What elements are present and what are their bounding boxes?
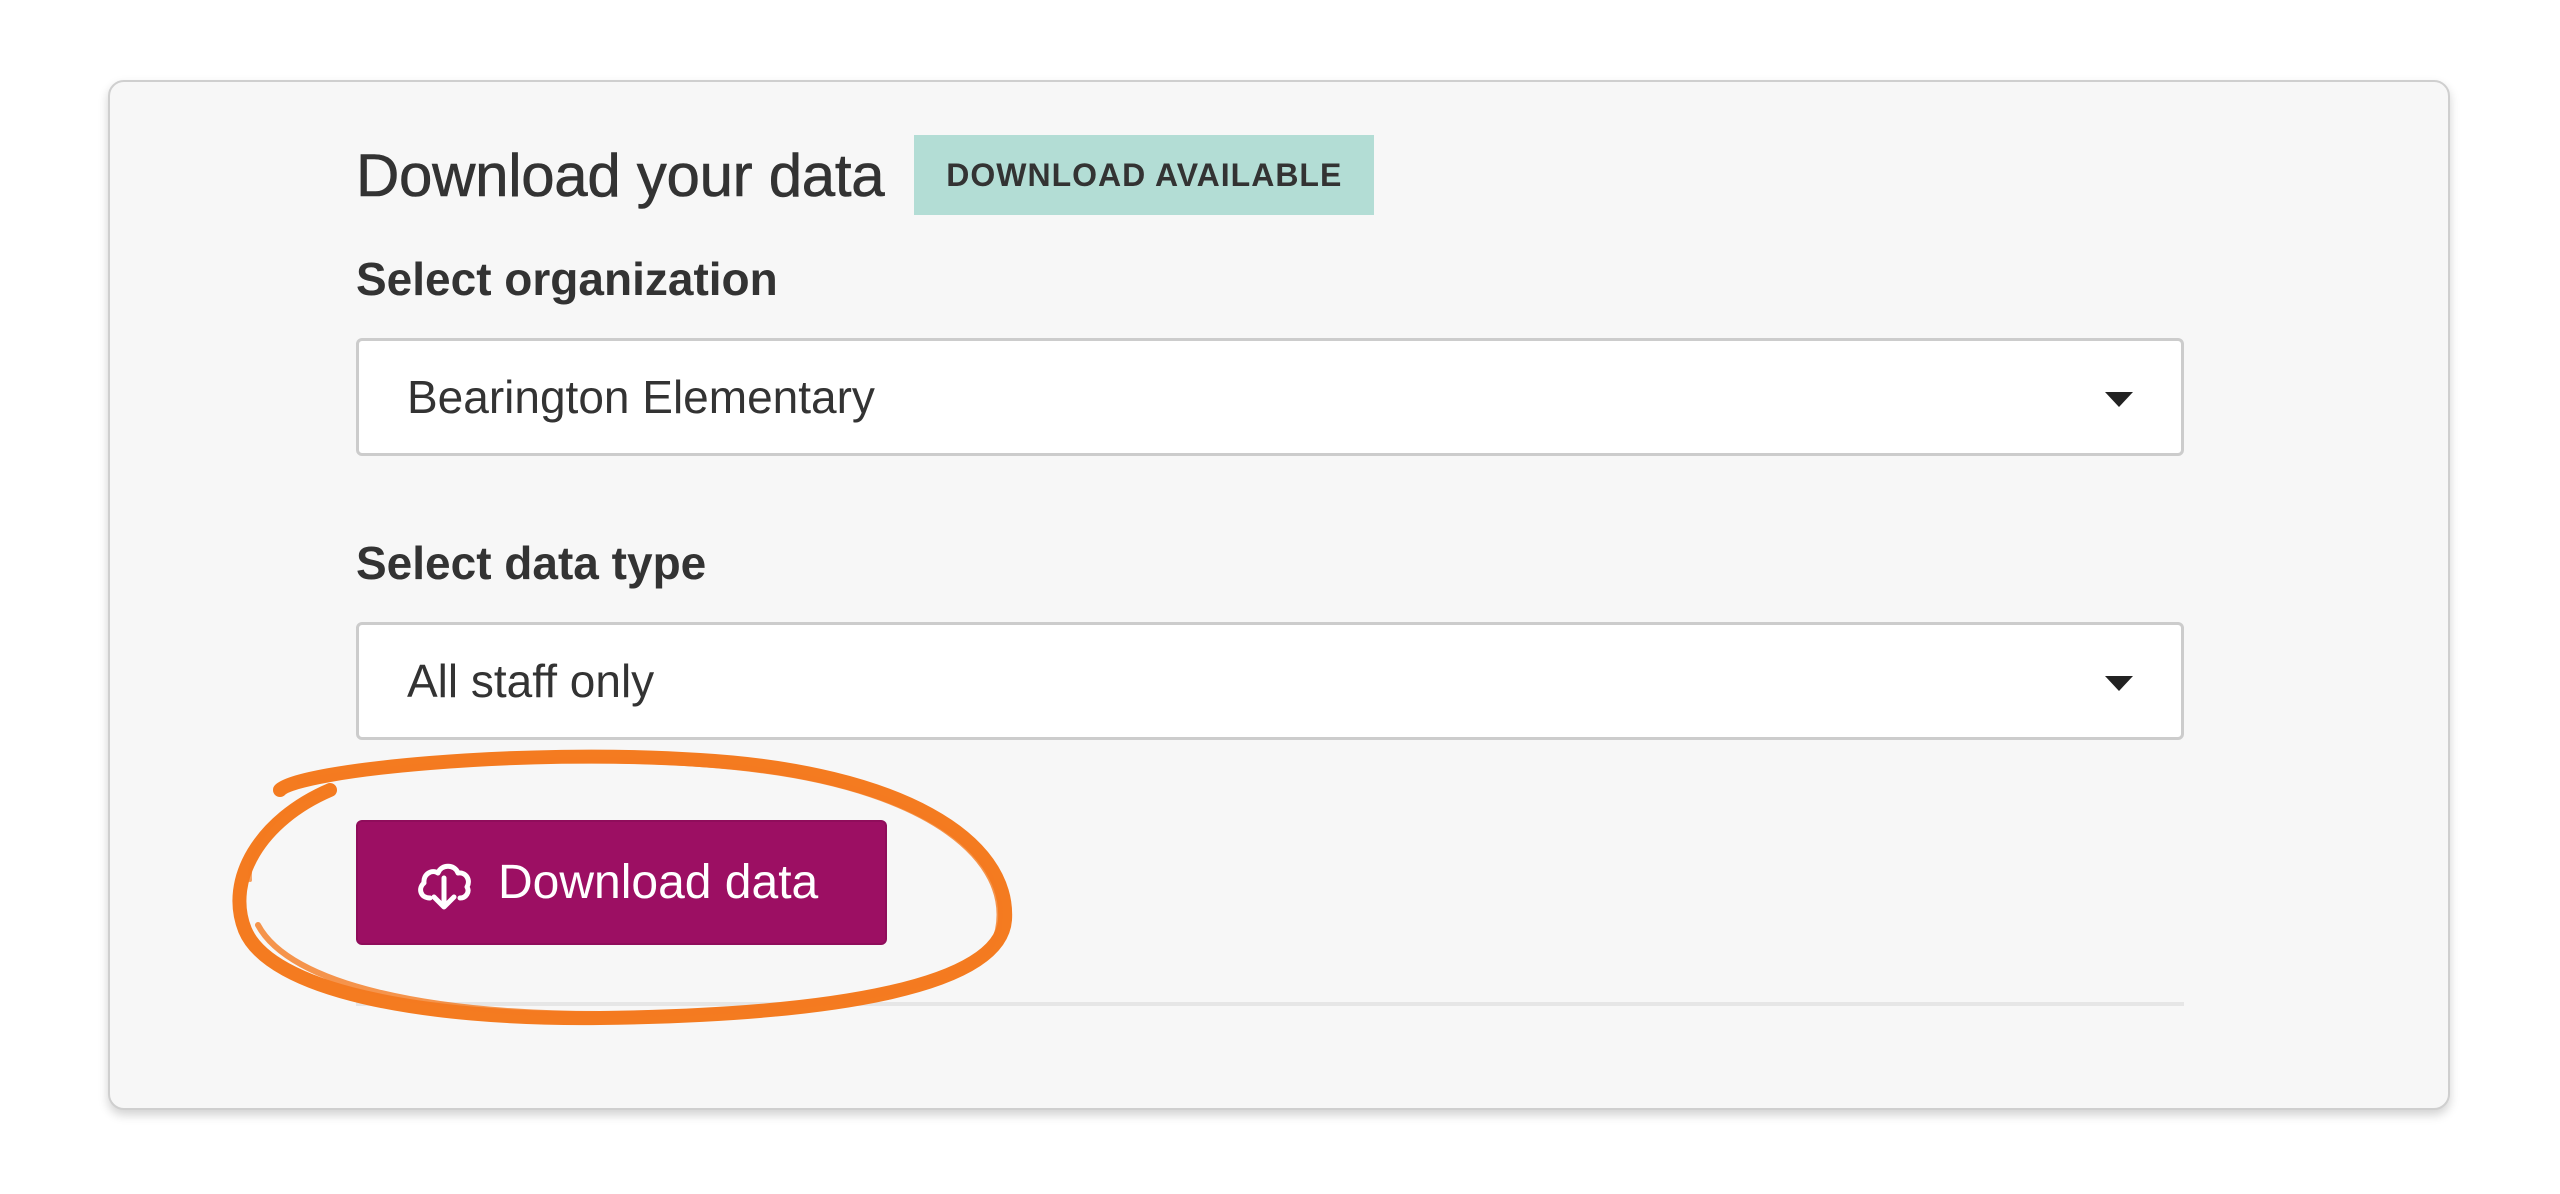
download-data-button[interactable]: Download data (356, 820, 887, 945)
data-type-label: Select data type (356, 537, 707, 589)
data-type-select-value: All staff only (407, 655, 655, 707)
caret-down-icon (2105, 676, 2133, 691)
panel-header: Download your data DOWNLOAD AVAILABLE (356, 135, 1375, 215)
organization-select-value: Bearington Elementary (407, 371, 875, 423)
organization-label: Select organization (356, 253, 778, 305)
cloud-download-icon (414, 854, 474, 914)
status-badge: DOWNLOAD AVAILABLE (914, 135, 1375, 215)
download-data-button-label: Download data (498, 856, 819, 909)
data-type-select[interactable]: All staff only (356, 622, 2184, 740)
divider (356, 1002, 2184, 1006)
download-panel: Download your data DOWNLOAD AVAILABLE Se… (108, 80, 2450, 1110)
page-title: Download your data (356, 141, 885, 209)
caret-down-icon (2105, 392, 2133, 407)
organization-select[interactable]: Bearington Elementary (356, 338, 2184, 456)
